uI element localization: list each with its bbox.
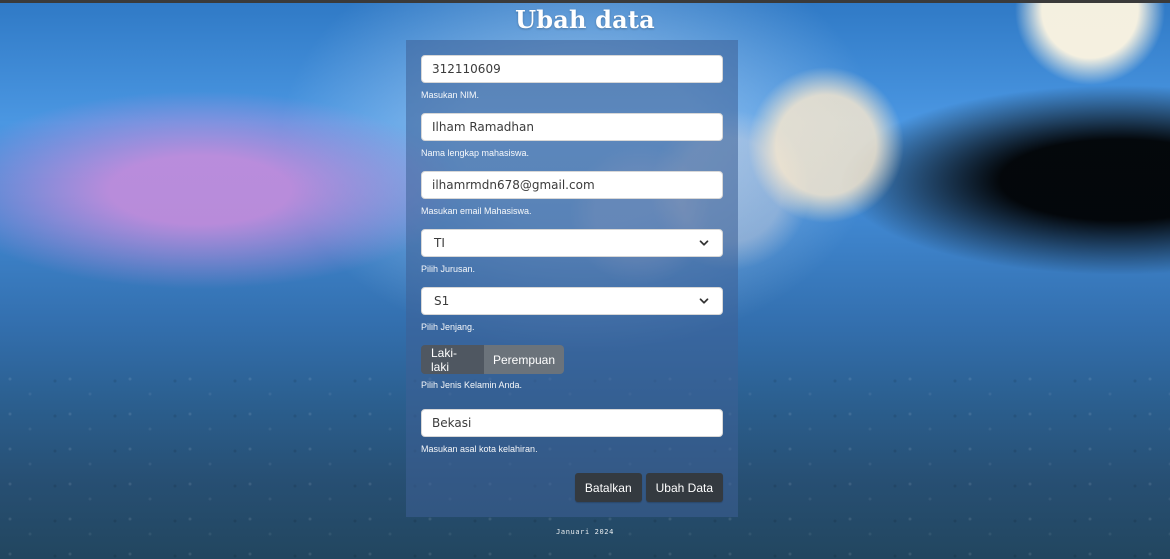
footer-date: Januari 2024 xyxy=(556,528,614,536)
jenjang-select[interactable]: S1 xyxy=(421,287,723,315)
nim-help: Masukan NIM. xyxy=(421,90,480,100)
jurusan-selected: TI xyxy=(434,236,445,250)
nama-value: Ilham Ramadhan xyxy=(432,120,534,134)
top-strip xyxy=(0,0,1170,3)
jenjang-selected: S1 xyxy=(434,294,450,308)
nama-input[interactable]: Ilham Ramadhan xyxy=(421,113,723,141)
page-title: Ubah data xyxy=(515,5,655,34)
jurusan-help: Pilih Jurusan. xyxy=(421,264,476,274)
nim-input[interactable]: 312110609 xyxy=(421,55,723,83)
nim-value: 312110609 xyxy=(432,62,501,76)
gender-toggle-group: Laki-laki Perempuan xyxy=(421,345,564,374)
kota-value: Bekasi xyxy=(432,416,472,430)
nama-help: Nama lengkap mahasiswa. xyxy=(421,148,530,158)
email-help: Masukan email Mahasiswa. xyxy=(421,206,532,216)
edit-form-panel: 312110609 Masukan NIM. Ilham Ramadhan Na… xyxy=(406,40,738,517)
kota-help: Masukan asal kota kelahiran. xyxy=(421,444,538,454)
email-input[interactable]: ilhamrmdn678@gmail.com xyxy=(421,171,723,199)
gender-option-perempuan[interactable]: Perempuan xyxy=(484,345,564,374)
form-actions: Batalkan Ubah Data xyxy=(574,473,723,502)
email-value: ilhamrmdn678@gmail.com xyxy=(432,178,595,192)
chevron-down-icon xyxy=(696,235,712,251)
jurusan-select[interactable]: TI xyxy=(421,229,723,257)
jenjang-help: Pilih Jenjang. xyxy=(421,322,475,332)
gender-help: Pilih Jenis Kelamin Anda. xyxy=(421,380,523,390)
submit-button[interactable]: Ubah Data xyxy=(645,473,723,502)
cancel-button[interactable]: Batalkan xyxy=(574,473,642,502)
gender-option-laki-laki[interactable]: Laki-laki xyxy=(421,345,484,374)
kota-input[interactable]: Bekasi xyxy=(421,409,723,437)
chevron-down-icon xyxy=(696,293,712,309)
